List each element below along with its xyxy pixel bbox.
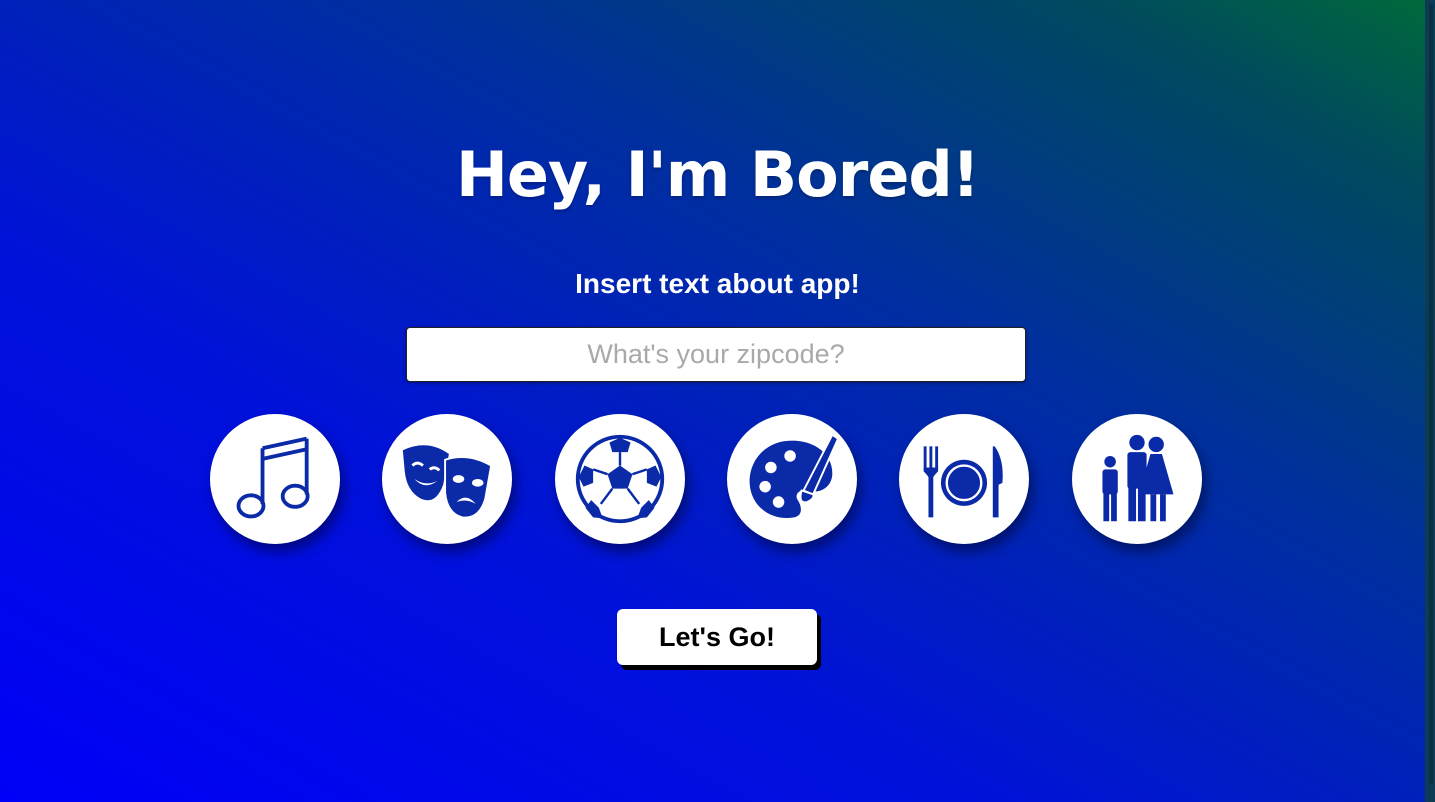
category-sports-button[interactable] <box>555 414 685 544</box>
theater-masks-icon <box>402 445 493 519</box>
soccer-ball-icon <box>575 434 665 524</box>
paint-palette-icon <box>749 433 840 519</box>
page-title: Hey, I'm Bored! <box>455 138 980 211</box>
zipcode-input[interactable] <box>406 327 1026 382</box>
category-theater-button[interactable] <box>382 414 512 544</box>
scrollbar-thumb[interactable] <box>1429 4 1433 784</box>
category-music-button[interactable] <box>210 414 340 544</box>
family-icon <box>1102 434 1174 522</box>
page-subtitle: Insert text about app! <box>575 268 860 299</box>
category-art-button[interactable] <box>727 414 857 544</box>
lets-go-button[interactable]: Let's Go! <box>617 609 817 665</box>
scrollbar[interactable] <box>1425 0 1435 802</box>
music-notes-icon <box>236 436 310 519</box>
category-food-button[interactable] <box>899 414 1029 544</box>
category-family-button[interactable] <box>1072 414 1202 544</box>
dining-plate-icon <box>923 446 1003 518</box>
